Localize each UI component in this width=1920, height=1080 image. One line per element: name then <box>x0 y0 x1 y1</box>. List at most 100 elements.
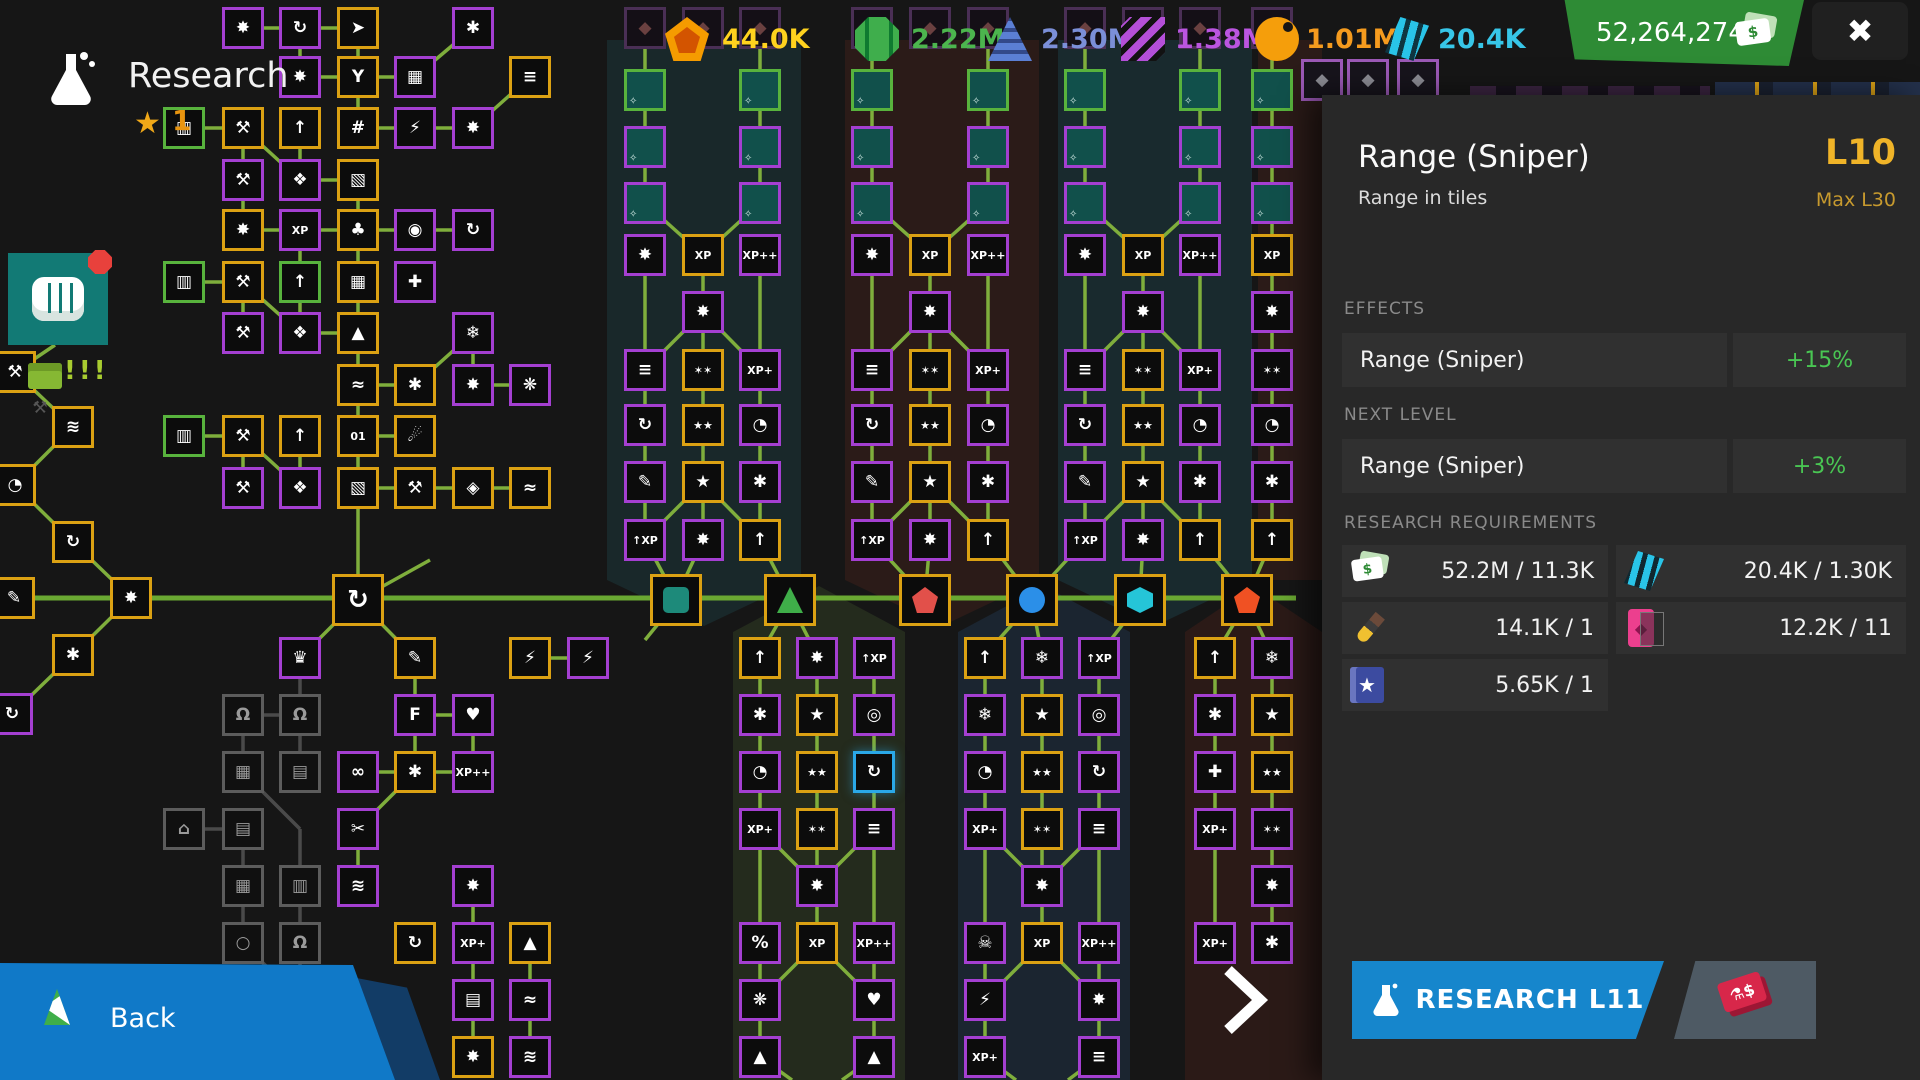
research-node[interactable]: ✎ <box>624 461 666 503</box>
research-node[interactable]: XP+ <box>1179 349 1221 391</box>
research-node[interactable]: ✸ <box>682 291 724 333</box>
research-node[interactable]: % <box>739 922 781 964</box>
research-node[interactable]: ✎ <box>851 461 893 503</box>
research-node[interactable]: ≈ <box>509 979 551 1021</box>
research-node[interactable]: ◔ <box>967 404 1009 446</box>
research-node[interactable]: ✚ <box>1194 751 1236 793</box>
research-node[interactable]: ✱ <box>967 461 1009 503</box>
research-node[interactable]: ✶✶ <box>1021 808 1063 850</box>
research-node[interactable]: ♣ <box>337 209 379 251</box>
research-node[interactable]: ↑ <box>1251 519 1293 561</box>
research-node[interactable]: ★★ <box>796 751 838 793</box>
research-node[interactable]: XP+ <box>1194 922 1236 964</box>
research-node[interactable] <box>1064 126 1106 168</box>
research-node[interactable]: ↑ <box>1179 519 1221 561</box>
research-node[interactable]: ◎ <box>1078 694 1120 736</box>
research-node[interactable]: ✸ <box>909 519 951 561</box>
research-node[interactable] <box>1251 182 1293 224</box>
research-node[interactable]: ★★ <box>909 404 951 446</box>
research-node[interactable]: ✱ <box>1251 461 1293 503</box>
research-node[interactable]: ▧ <box>337 159 379 201</box>
research-node[interactable]: ✸ <box>1078 979 1120 1021</box>
research-node[interactable]: ▤ <box>222 808 264 850</box>
research-node[interactable]: ↻ <box>851 404 893 446</box>
research-node[interactable]: ▲ <box>337 312 379 354</box>
research-node[interactable]: ↻ <box>624 404 666 446</box>
research-node[interactable]: ★ <box>909 461 951 503</box>
research-node[interactable]: ❖ <box>279 312 321 354</box>
milestone-node[interactable] <box>650 574 702 626</box>
research-node[interactable]: ◆ <box>624 7 666 49</box>
ticket-button[interactable]: ⚗$ <box>1674 961 1816 1039</box>
research-node[interactable]: ♥ <box>853 979 895 1021</box>
research-node[interactable]: ★★ <box>1251 751 1293 793</box>
research-node[interactable]: ✶✶ <box>796 808 838 850</box>
research-node[interactable]: ≡ <box>853 808 895 850</box>
research-node[interactable]: ⚡ <box>964 979 1006 1021</box>
research-node[interactable] <box>624 182 666 224</box>
research-node[interactable] <box>851 69 893 111</box>
research-node[interactable]: ◔ <box>0 464 36 506</box>
research-node[interactable]: ✸ <box>796 637 838 679</box>
research-node[interactable]: ✸ <box>452 107 494 149</box>
research-node[interactable]: ☄ <box>394 415 436 457</box>
research-node[interactable]: Y <box>337 56 379 98</box>
milestone-node[interactable] <box>1006 574 1058 626</box>
milestone-node[interactable] <box>1221 574 1273 626</box>
research-node[interactable] <box>1179 69 1221 111</box>
research-node[interactable]: ⚒ <box>222 159 264 201</box>
research-node[interactable]: ▤ <box>452 979 494 1021</box>
research-node[interactable]: ↑XP <box>851 519 893 561</box>
research-node[interactable]: ◎ <box>853 694 895 736</box>
research-node[interactable]: ◔ <box>1179 404 1221 446</box>
research-node[interactable]: ❄ <box>1251 637 1293 679</box>
research-node[interactable]: ✸ <box>452 865 494 907</box>
research-node[interactable]: ↻ <box>853 751 895 793</box>
research-node[interactable] <box>739 126 781 168</box>
research-node[interactable]: ▦ <box>222 751 264 793</box>
research-node[interactable]: ↑ <box>279 107 321 149</box>
research-node[interactable] <box>967 69 1009 111</box>
research-node[interactable]: ◉ <box>394 209 436 251</box>
research-node[interactable]: ★★ <box>682 404 724 446</box>
research-node[interactable]: ◔ <box>1251 404 1293 446</box>
research-node[interactable]: XP+ <box>964 1036 1006 1078</box>
research-node[interactable]: ◔ <box>739 404 781 446</box>
research-node[interactable]: ↻ <box>52 521 94 563</box>
research-node[interactable]: XP+ <box>1194 808 1236 850</box>
research-node[interactable]: ★ <box>1122 461 1164 503</box>
research-node[interactable]: ✸ <box>452 364 494 406</box>
research-node[interactable]: XP <box>1122 234 1164 276</box>
research-node[interactable]: ▧ <box>337 467 379 509</box>
research-node[interactable]: ✸ <box>851 234 893 276</box>
research-node[interactable]: ✱ <box>739 461 781 503</box>
research-node[interactable]: ↑ <box>739 519 781 561</box>
research-node[interactable]: ✶✶ <box>1251 808 1293 850</box>
research-node[interactable]: ✱ <box>52 634 94 676</box>
research-node[interactable]: ★ <box>682 461 724 503</box>
research-node[interactable]: XP <box>279 209 321 251</box>
research-node[interactable]: ↑ <box>964 637 1006 679</box>
research-node[interactable]: ◔ <box>964 751 1006 793</box>
research-node[interactable]: ≡ <box>1078 808 1120 850</box>
milestone-node[interactable]: ↻ <box>332 574 384 626</box>
research-node[interactable]: ★ <box>1251 694 1293 736</box>
research-node[interactable]: ⚒ <box>222 415 264 457</box>
research-node[interactable]: ✸ <box>1021 865 1063 907</box>
research-node[interactable]: Ω <box>279 922 321 964</box>
research-node[interactable]: XP+ <box>967 349 1009 391</box>
research-node[interactable]: ❄ <box>1021 637 1063 679</box>
research-node[interactable]: ✱ <box>452 7 494 49</box>
research-node[interactable]: ◈ <box>452 467 494 509</box>
research-node[interactable]: ✶✶ <box>1122 349 1164 391</box>
research-node[interactable]: ✸ <box>1122 519 1164 561</box>
research-node[interactable]: ↑XP <box>1078 637 1120 679</box>
research-node[interactable]: ✸ <box>1064 234 1106 276</box>
research-node[interactable] <box>624 69 666 111</box>
milestone-node[interactable] <box>1114 574 1166 626</box>
research-node[interactable]: ✎ <box>1064 461 1106 503</box>
research-node[interactable]: ▲ <box>853 1036 895 1078</box>
research-node[interactable]: ❖ <box>279 467 321 509</box>
research-node[interactable]: ❖ <box>279 159 321 201</box>
research-node[interactable]: ✱ <box>739 694 781 736</box>
